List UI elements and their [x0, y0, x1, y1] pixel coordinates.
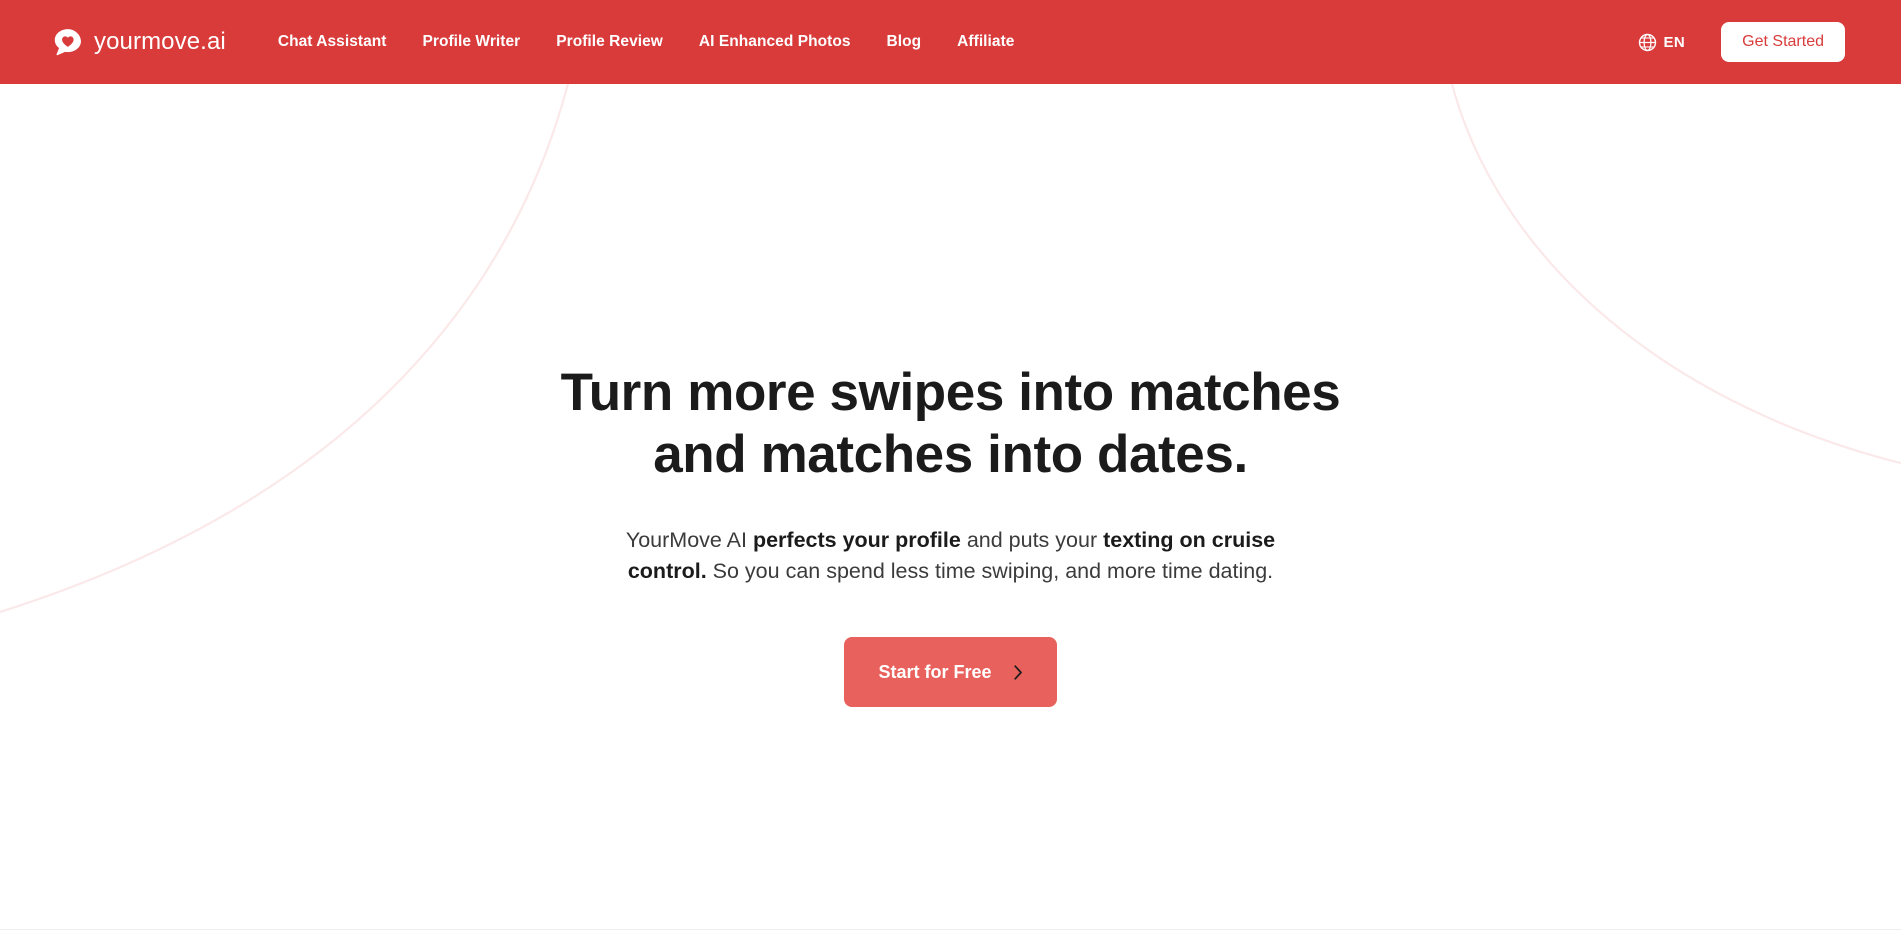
brand-name: yourmove.ai [94, 28, 226, 55]
hero-subtitle-part-2: and puts your [960, 528, 1104, 552]
site-header: yourmove.ai Chat Assistant Profile Write… [0, 0, 1901, 84]
nav-link-chat-assistant[interactable]: Chat Assistant [278, 25, 387, 59]
hero-headline-line-1: Turn more swipes into matches [560, 363, 1341, 422]
hero-subtitle-part-3: So you can spend less time swiping, and … [706, 558, 1274, 583]
nav-link-profile-review[interactable]: Profile Review [556, 25, 663, 59]
language-switcher[interactable]: EN [1638, 33, 1686, 52]
hero-subtitle-part-1: YourMove AI [625, 528, 753, 552]
nav-link-blog[interactable]: Blog [887, 25, 922, 59]
language-code: EN [1663, 33, 1686, 51]
hero-section: Turn more swipes into matches and matche… [0, 84, 1901, 936]
header-actions: EN Get Started [1638, 22, 1845, 62]
nav-link-affiliate[interactable]: Affiliate [957, 25, 1014, 59]
get-started-button[interactable]: Get Started [1721, 22, 1845, 62]
hero-subtitle-bold-1: perfects your profile [752, 528, 961, 552]
main-navigation: Chat Assistant Profile Writer Profile Re… [278, 25, 1015, 59]
globe-icon [1638, 33, 1656, 51]
nav-link-ai-enhanced-photos[interactable]: AI Enhanced Photos [699, 25, 851, 59]
brand-logo-link[interactable]: yourmove.ai [52, 27, 226, 58]
start-for-free-label: Start for Free [878, 661, 992, 682]
hero-headline-line-2: and matches into dates. [653, 425, 1248, 484]
chevron-right-icon [1013, 664, 1022, 680]
nav-link-profile-writer[interactable]: Profile Writer [422, 25, 520, 59]
speech-bubble-heart-icon [54, 28, 81, 55]
start-for-free-button[interactable]: Start for Free [844, 637, 1057, 708]
hero-headline: Turn more swipes into matches and matche… [541, 362, 1361, 486]
hero-subtitle: YourMove AI perfects your profile and pu… [601, 525, 1301, 586]
